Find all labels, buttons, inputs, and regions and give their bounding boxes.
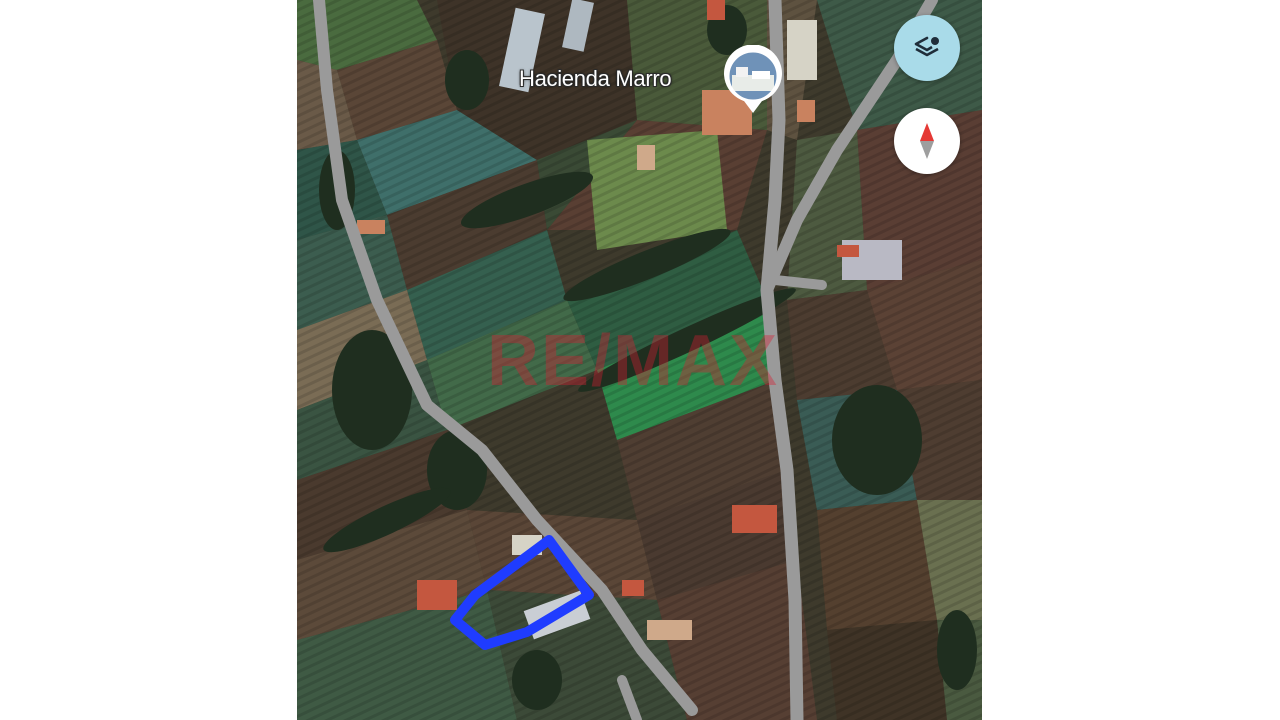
- compass-button[interactable]: [894, 108, 960, 174]
- satellite-map[interactable]: RE/MAX Hacienda Marro: [297, 0, 982, 720]
- place-photo-pin-icon[interactable]: [722, 44, 784, 115]
- compass-icon: [920, 123, 934, 159]
- satellite-imagery: [297, 0, 982, 720]
- layers-icon: [914, 36, 939, 57]
- place-label[interactable]: Hacienda Marro: [519, 66, 672, 92]
- layers-button[interactable]: [894, 15, 960, 81]
